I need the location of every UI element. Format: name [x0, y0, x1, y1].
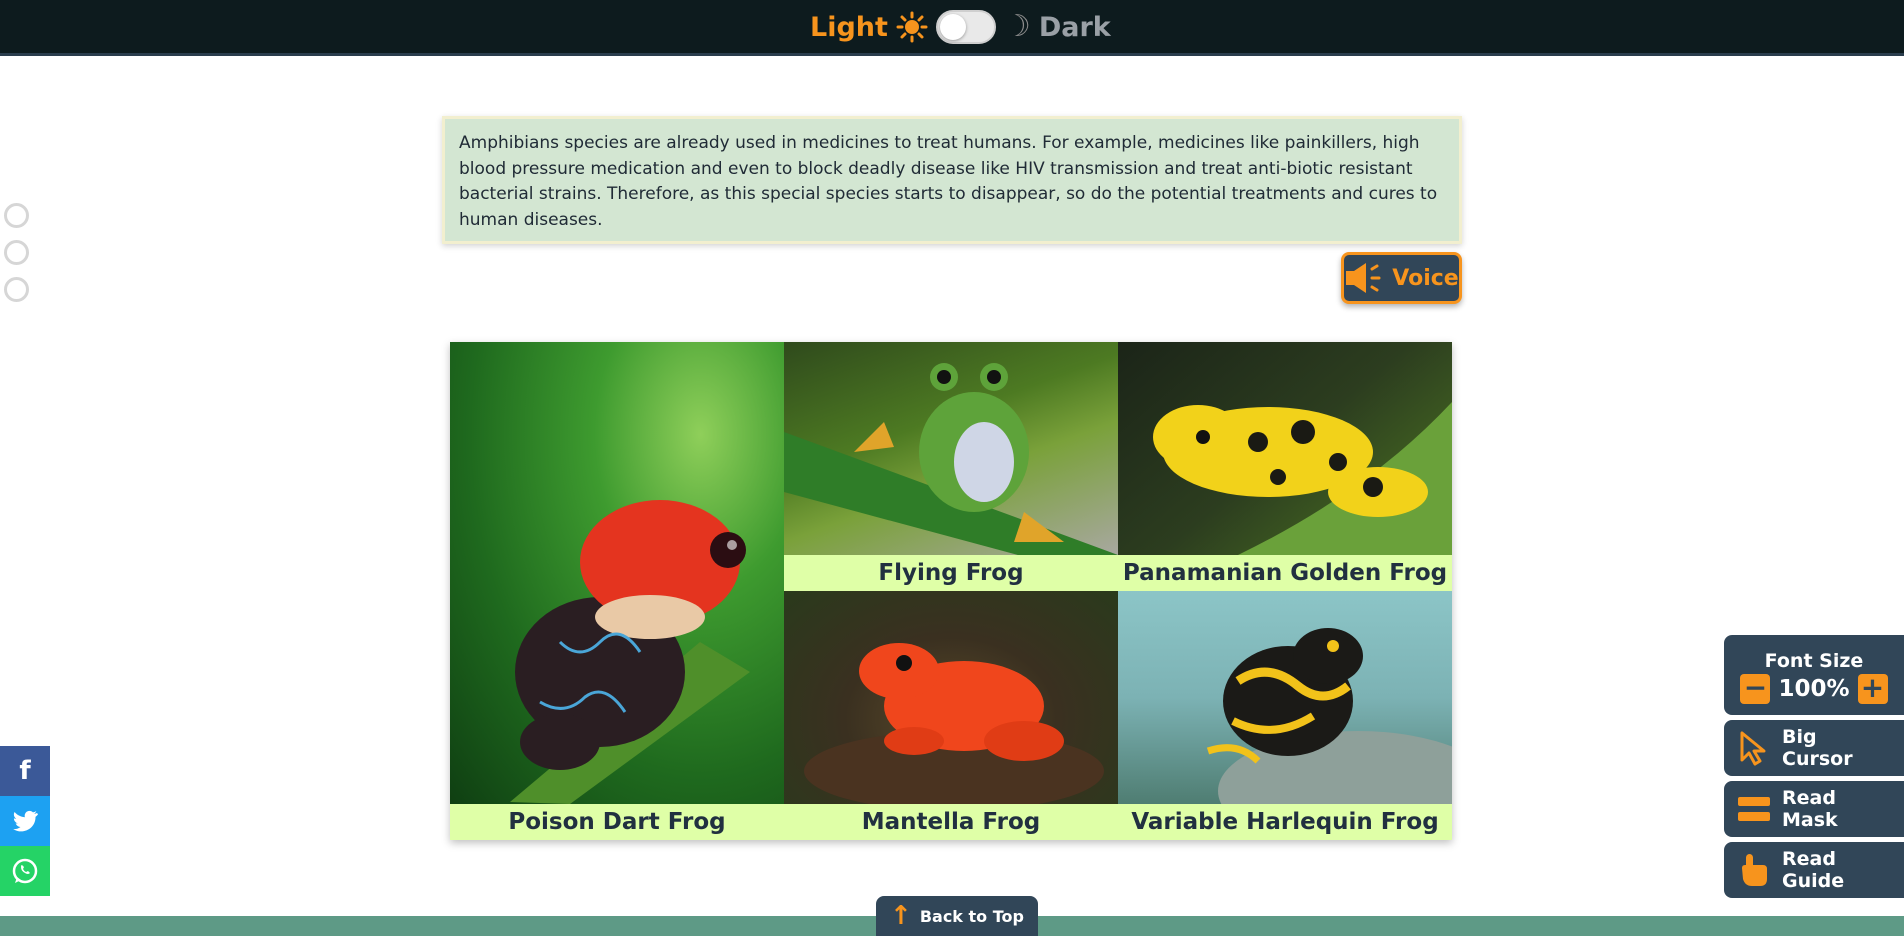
accessibility-toolbar: Font Size − 100% + Big Cursor Read Mask … [1724, 635, 1904, 903]
toggle-knob [939, 14, 966, 40]
read-guide-label: Read Guide [1782, 848, 1845, 892]
gallery-item-flying-frog: Flying Frog [784, 342, 1118, 591]
read-mask-label: Read Mask [1782, 787, 1838, 831]
gallery-item-panamanian-golden-frog: Panamanian Golden Frog [1118, 342, 1452, 591]
section-dot[interactable] [4, 240, 29, 265]
poison-dart-frog-image [450, 342, 784, 804]
twitter-icon [13, 810, 38, 832]
speaker-icon [1346, 263, 1381, 293]
info-text-box: Amphibians species are already used in m… [442, 116, 1462, 244]
whatsapp-icon [12, 858, 38, 884]
font-size-title: Font Size [1764, 650, 1864, 672]
sun-icon [896, 11, 928, 43]
frog-gallery: Poison Dart Frog Flying Frog Panamanian … [450, 342, 1452, 840]
frog-illustration [1153, 402, 1452, 555]
theme-switch: Light ☽ Dark [810, 8, 1111, 46]
cursor-icon [1740, 731, 1766, 766]
pointing-hand-icon [1742, 854, 1767, 886]
gallery-caption: Poison Dart Frog [450, 804, 784, 840]
mantella-frog-image [784, 591, 1118, 811]
frog-illustration [784, 363, 1118, 582]
read-mask-icon [1738, 797, 1770, 821]
read-guide-button[interactable]: Read Guide [1724, 842, 1904, 898]
gallery-caption: Flying Frog [784, 555, 1118, 591]
gallery-item-poison-dart-frog: Poison Dart Frog [450, 342, 784, 840]
section-dot[interactable] [4, 203, 29, 228]
font-size-value: 100% [1778, 676, 1850, 702]
theme-toggle[interactable] [935, 10, 996, 44]
arrow-up-icon: ↑ [890, 901, 912, 931]
increase-font-button[interactable]: + [1857, 674, 1888, 704]
section-dots [4, 203, 29, 302]
light-label: Light [810, 11, 888, 43]
facebook-share-button[interactable]: f [0, 746, 50, 796]
read-mask-button[interactable]: Read Mask [1724, 781, 1904, 837]
voice-label: Voice [1392, 265, 1459, 291]
font-size-control: Font Size − 100% + [1724, 635, 1904, 715]
font-size-row: − 100% + [1740, 674, 1888, 704]
top-bar: Light ☽ Dark [0, 0, 1904, 56]
frog-illustration [1206, 628, 1452, 840]
back-to-top-label: Back to Top [919, 906, 1024, 926]
facebook-icon: f [19, 756, 31, 786]
voice-button[interactable]: Voice [1341, 252, 1462, 304]
dark-label: Dark [1038, 11, 1111, 43]
flying-frog-image [784, 342, 1118, 582]
variable-harlequin-frog-image [1118, 591, 1452, 840]
section-dot[interactable] [4, 277, 29, 302]
social-share-bar: f [0, 746, 50, 896]
gallery-item-mantella-frog: Mantella Frog [784, 591, 1118, 840]
panamanian-golden-frog-image [1118, 342, 1452, 555]
big-cursor-label: Big Cursor [1782, 726, 1853, 770]
big-cursor-button[interactable]: Big Cursor [1724, 720, 1904, 776]
whatsapp-share-button[interactable] [0, 846, 50, 896]
decrease-font-button[interactable]: − [1740, 674, 1771, 704]
gallery-caption: Mantella Frog [784, 804, 1118, 840]
twitter-share-button[interactable] [0, 796, 50, 846]
gallery-caption: Variable Harlequin Frog [1118, 804, 1452, 840]
gallery-caption: Panamanian Golden Frog [1118, 555, 1452, 591]
frog-illustration [510, 500, 750, 804]
back-to-top-button[interactable]: ↑ Back to Top [876, 896, 1038, 936]
gallery-item-variable-harlequin-frog: Variable Harlequin Frog [1118, 591, 1452, 840]
moon-icon: ☽ [1003, 9, 1031, 44]
frog-illustration [804, 643, 1104, 811]
